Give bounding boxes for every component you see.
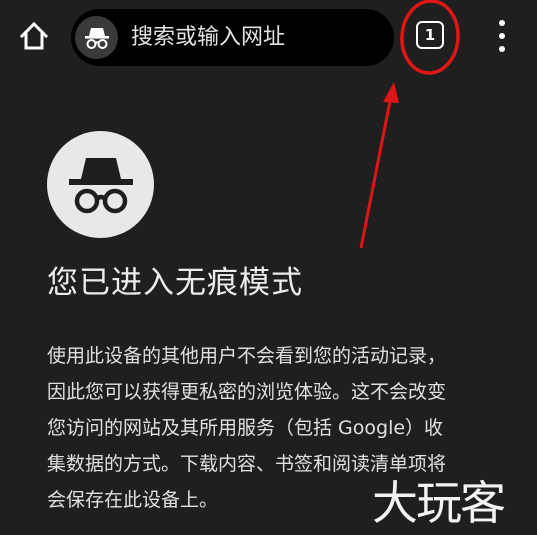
- home-icon: [19, 21, 49, 50]
- incognito-new-tab-page: 搜索或输入网址 1 您已进入无痕模式 使用此设备的其他用户不会看到您的活动记录，…: [0, 0, 537, 535]
- description-line: 您访问的网站及其所用服务（包括 Google）收: [47, 417, 444, 439]
- search-input-placeholder[interactable]: 搜索或输入网址: [131, 24, 285, 52]
- omnibox[interactable]: 搜索或输入网址: [71, 9, 394, 66]
- browser-toolbar: 搜索或输入网址 1: [0, 0, 537, 74]
- incognito-icon: [84, 27, 109, 49]
- red-arrow-shaft: [359, 95, 393, 249]
- description-line: 使用此设备的其他用户不会看到您的活动记录，: [47, 345, 447, 367]
- incognito-icon: [68, 157, 133, 213]
- menu-dot: [499, 20, 505, 26]
- more-vert-icon[interactable]: [488, 20, 516, 52]
- watermark-logo: 大玩客: [372, 476, 506, 530]
- tab-switcher-button[interactable]: 1: [416, 21, 444, 49]
- incognito-badge: [75, 16, 118, 59]
- home-button[interactable]: [16, 18, 52, 54]
- tab-count: 1: [424, 26, 436, 44]
- page-title: 您已进入无痕模式: [47, 265, 303, 301]
- red-arrow-head: [383, 82, 399, 103]
- incognito-hero-icon: [47, 131, 154, 238]
- description-line: 因此您可以获得更私密的浏览体验。这不会改变: [47, 381, 447, 403]
- menu-dot: [499, 46, 505, 52]
- menu-dot: [499, 33, 505, 39]
